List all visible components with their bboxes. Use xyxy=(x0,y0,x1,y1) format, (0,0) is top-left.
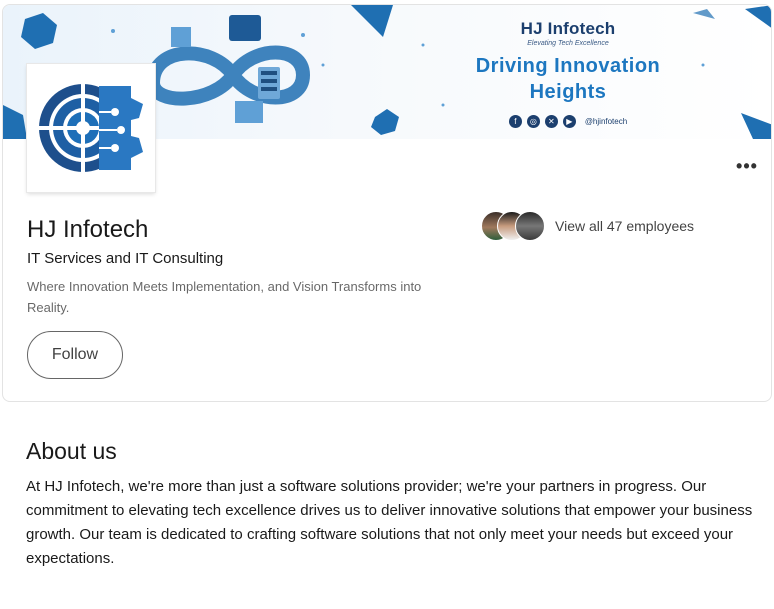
about-description: At HJ Infotech, we're more than just a s… xyxy=(26,478,753,567)
more-options-button[interactable]: ••• xyxy=(735,156,759,176)
banner-headline-line1: Driving Innovation xyxy=(475,55,661,77)
view-employees-label: View all 47 employees xyxy=(555,218,695,234)
company-logo[interactable] xyxy=(27,64,155,192)
x-icon: ✕ xyxy=(544,115,558,128)
banner-social-row: f ◎ ✕ ▶ @hjinfotech xyxy=(508,115,628,128)
gear-circuit-logo-icon xyxy=(39,82,143,174)
company-name: HJ Infotech xyxy=(27,216,149,243)
view-employees-link[interactable]: View all 47 employees xyxy=(481,211,694,241)
banner-social-handle: @hjinfotech xyxy=(584,117,628,126)
banner-brand-block: HJ Infotech Elevating Tech Excellence Dr… xyxy=(183,19,771,128)
instagram-icon: ◎ xyxy=(526,115,540,128)
company-header-card: HJ Infotech Elevating Tech Excellence Dr… xyxy=(2,4,772,402)
youtube-icon: ▶ xyxy=(562,115,576,128)
banner-brand-name: HJ Infotech xyxy=(520,19,616,38)
company-industry: IT Services and IT Consulting xyxy=(27,250,224,267)
avatar xyxy=(515,211,545,241)
facebook-icon: f xyxy=(508,115,522,128)
employee-avatars xyxy=(481,211,549,241)
banner-headline: Driving Innovation Heights xyxy=(476,53,661,105)
about-heading: About us xyxy=(26,438,117,464)
follow-button[interactable]: Follow xyxy=(27,331,123,379)
banner-headline-line2: Heights xyxy=(529,81,607,103)
company-tagline: Where Innovation Meets Implementation, a… xyxy=(27,279,422,315)
banner-brand-tagline: Elevating Tech Excellence xyxy=(527,40,609,47)
